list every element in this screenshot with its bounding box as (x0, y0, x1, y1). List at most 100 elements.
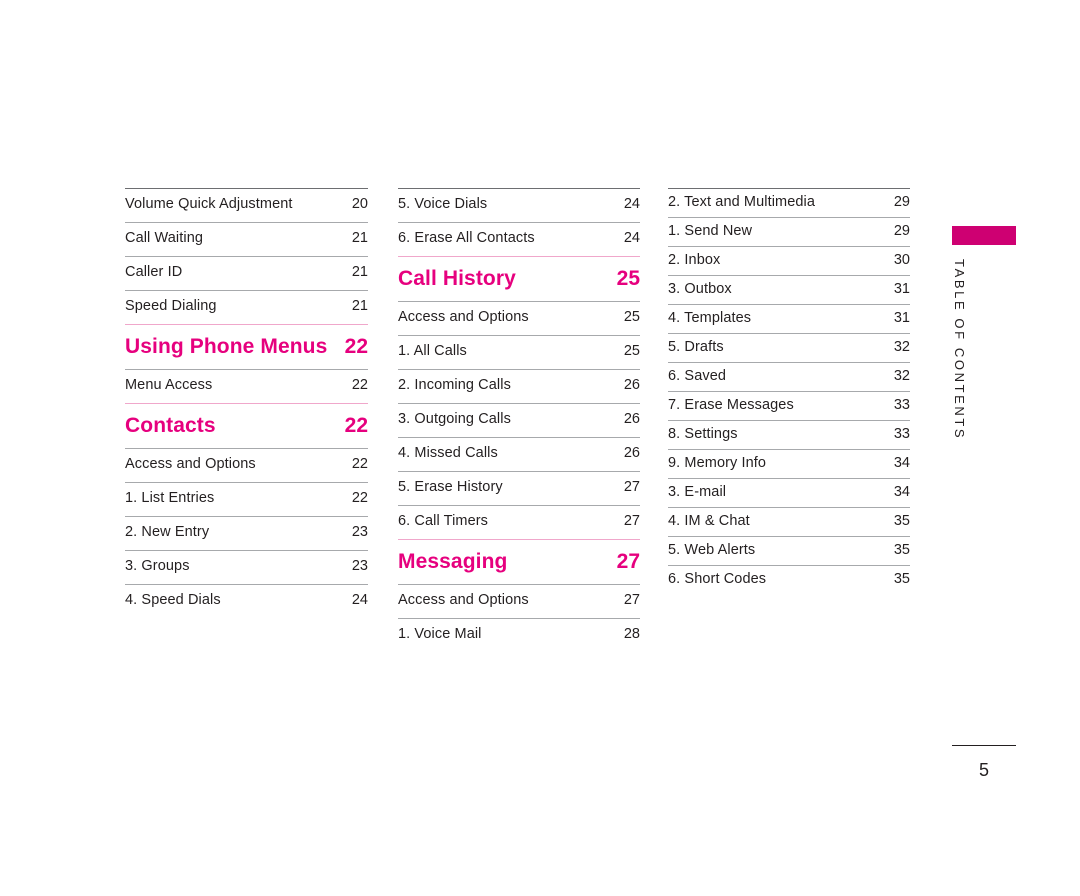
toc-entry-label: 7. Erase Messages (668, 397, 794, 413)
toc-entry-label: Access and Options (125, 456, 256, 472)
toc-entry-row[interactable]: 3. Outbox 31 (668, 275, 910, 304)
toc-page: Volume Quick Adjustment 20 Call Waiting 21 C… (0, 0, 1080, 896)
toc-entry-page-number: 25 (616, 267, 640, 290)
toc-section-label: Using Phone Menus (125, 335, 328, 358)
toc-entry-page-number: 21 (351, 298, 368, 314)
toc-entry-page-number: 32 (893, 339, 910, 355)
toc-entry-row[interactable]: 1. Send New 29 (668, 217, 910, 246)
toc-entry-row[interactable]: 6. Erase All Contacts 24 (398, 222, 640, 256)
toc-section-row[interactable]: Messaging 27 (398, 539, 640, 584)
toc-entry-row[interactable]: Speed Dialing 21 (125, 290, 368, 324)
toc-entry-page-number: 24 (351, 592, 368, 608)
toc-section-row[interactable]: Contacts 22 (125, 403, 368, 448)
toc-entry-row[interactable]: 5. Voice Dials 24 (398, 188, 640, 222)
toc-entry-page-number: 31 (893, 310, 910, 326)
toc-entry-row[interactable]: Access and Options 22 (125, 448, 368, 482)
toc-entry-row[interactable]: 9. Memory Info 34 (668, 449, 910, 478)
folio-rule (952, 745, 1016, 746)
toc-entry-row[interactable]: 6. Call Timers 27 (398, 505, 640, 539)
toc-section-label: Call History (398, 267, 516, 290)
toc-entry-row[interactable]: 2. Incoming Calls 26 (398, 369, 640, 403)
toc-entry-label: 2. Text and Multimedia (668, 194, 816, 210)
toc-entry-row[interactable]: 5. Web Alerts 35 (668, 536, 910, 565)
toc-entry-label: 9. Memory Info (668, 455, 767, 471)
toc-entry-row[interactable]: 4. Templates 31 (668, 304, 910, 333)
toc-section-label: Contacts (125, 414, 216, 437)
toc-entry-row[interactable]: 6. Short Codes 35 (668, 565, 910, 594)
toc-section-row[interactable]: Call History 25 (398, 256, 640, 301)
toc-entry-row[interactable]: Access and Options 27 (398, 584, 640, 618)
toc-entry-row[interactable]: 1. List Entries 22 (125, 482, 368, 516)
toc-entry-label: 5. Erase History (398, 479, 503, 495)
toc-entry-row[interactable]: 4. IM & Chat 35 (668, 507, 910, 536)
toc-entry-label: Menu Access (125, 377, 213, 393)
toc-entry-page-number: 25 (623, 309, 640, 325)
toc-entry-label: Caller ID (125, 264, 183, 280)
toc-entry-row[interactable]: 3. Outgoing Calls 26 (398, 403, 640, 437)
toc-entry-page-number: 22 (344, 414, 368, 437)
toc-entry-row[interactable]: 1. Voice Mail 28 (398, 618, 640, 652)
toc-entry-page-number: 22 (344, 335, 368, 358)
toc-entry-label: 6. Short Codes (668, 571, 767, 587)
toc-entry-label: Access and Options (398, 309, 529, 325)
toc-entry-row[interactable]: 1. All Calls 25 (398, 335, 640, 369)
toc-entry-page-number: 27 (623, 479, 640, 495)
toc-entry-label: 4. Speed Dials (125, 592, 221, 608)
toc-entry-page-number: 26 (623, 377, 640, 393)
toc-entry-label: Access and Options (398, 592, 529, 608)
toc-entry-row[interactable]: Volume Quick Adjustment 20 (125, 188, 368, 222)
page-folio: 5 (952, 745, 1016, 781)
toc-entry-row[interactable]: 6. Saved 32 (668, 362, 910, 391)
side-tab-color-bar (952, 226, 1016, 245)
toc-entry-row[interactable]: Access and Options 25 (398, 301, 640, 335)
toc-entry-label: 1. List Entries (125, 490, 215, 506)
toc-entry-row[interactable]: Call Waiting 21 (125, 222, 368, 256)
toc-entry-page-number: 22 (351, 490, 368, 506)
toc-section-label: Messaging (398, 550, 508, 573)
toc-entry-row[interactable]: 4. Speed Dials 24 (125, 584, 368, 618)
toc-entry-page-number: 23 (351, 524, 368, 540)
toc-entry-row[interactable]: 7. Erase Messages 33 (668, 391, 910, 420)
toc-entry-row[interactable]: 4. Missed Calls 26 (398, 437, 640, 471)
toc-entry-page-number: 27 (616, 550, 640, 573)
toc-entry-row[interactable]: Menu Access 22 (125, 369, 368, 403)
folio-page-number: 5 (978, 760, 989, 780)
toc-column-2: 5. Voice Dials 24 6. Erase All Contacts 24 C… (398, 188, 640, 652)
toc-entry-page-number: 29 (893, 223, 910, 239)
toc-entry-row[interactable]: 5. Erase History 27 (398, 471, 640, 505)
toc-entry-page-number: 23 (351, 558, 368, 574)
toc-entry-page-number: 33 (893, 426, 910, 442)
toc-entry-label: 3. Outbox (668, 281, 732, 297)
toc-entry-row[interactable]: 2. New Entry 23 (125, 516, 368, 550)
toc-entry-label: 5. Voice Dials (398, 196, 488, 212)
toc-entry-label: 5. Web Alerts (668, 542, 756, 558)
toc-entry-page-number: 26 (623, 445, 640, 461)
toc-section-row[interactable]: Using Phone Menus 22 (125, 324, 368, 369)
toc-entry-page-number: 27 (623, 592, 640, 608)
toc-entry-page-number: 20 (351, 196, 368, 212)
toc-entry-label: 3. Groups (125, 558, 190, 574)
toc-entry-row[interactable]: 8. Settings 33 (668, 420, 910, 449)
toc-entry-row[interactable]: Caller ID 21 (125, 256, 368, 290)
toc-entry-label: 2. Inbox (668, 252, 721, 268)
toc-entry-page-number: 22 (351, 377, 368, 393)
toc-entry-label: Speed Dialing (125, 298, 217, 314)
toc-entry-page-number: 24 (623, 196, 640, 212)
toc-entry-label: 6. Saved (668, 368, 727, 384)
toc-entry-row[interactable]: 5. Drafts 32 (668, 333, 910, 362)
toc-column-1: Volume Quick Adjustment 20 Call Waiting 21 C… (125, 188, 368, 618)
toc-entry-page-number: 26 (623, 411, 640, 427)
toc-entry-label: 1. All Calls (398, 343, 467, 359)
toc-entry-label: 8. Settings (668, 426, 738, 442)
toc-entry-page-number: 21 (351, 230, 368, 246)
toc-entry-label: 4. Templates (668, 310, 752, 326)
toc-entry-page-number: 22 (351, 456, 368, 472)
toc-entry-row[interactable]: 2. Inbox 30 (668, 246, 910, 275)
toc-entry-page-number: 25 (623, 343, 640, 359)
toc-entry-label: Volume Quick Adjustment (125, 196, 293, 212)
toc-entry-row[interactable]: 2. Text and Multimedia 29 (668, 188, 910, 217)
toc-entry-row[interactable]: 3. Groups 23 (125, 550, 368, 584)
toc-entry-label: 6. Call Timers (398, 513, 489, 529)
toc-entry-page-number: 32 (893, 368, 910, 384)
toc-entry-row[interactable]: 3. E-mail 34 (668, 478, 910, 507)
